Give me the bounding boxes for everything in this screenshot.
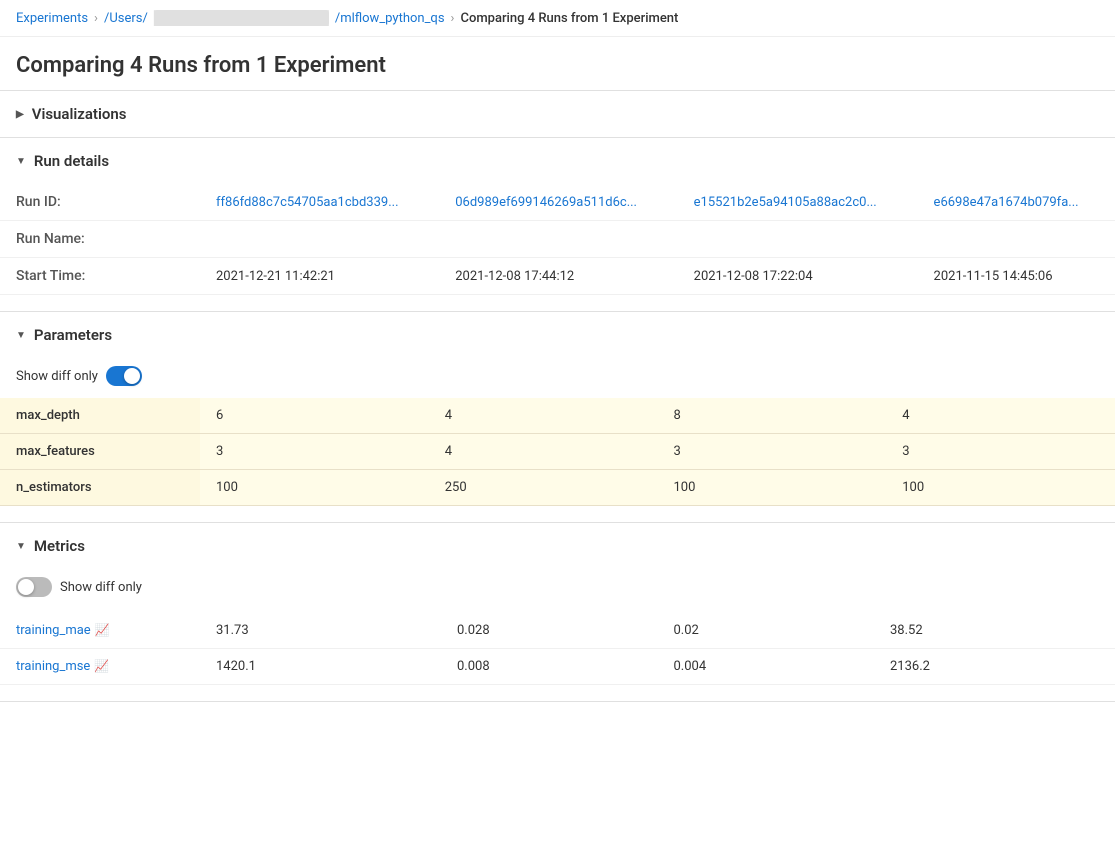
parameters-toggle-row: Show diff only	[0, 358, 1115, 398]
breadcrumb-username: ███████████████████	[154, 10, 329, 26]
metric-val-training-mse-3: 2136.2	[874, 649, 1115, 685]
param-val-n-estimators-1: 250	[429, 470, 658, 506]
metric-val-training-mae-3: 38.52	[874, 613, 1115, 649]
run-details-table: Run ID: ff86fd88c7c54705aa1cbd339... 06d…	[0, 184, 1115, 295]
section-parameters-header[interactable]: Parameters	[0, 312, 1115, 358]
metric-row-training-mae: training_mae 31.73 0.028 0.02 38.52	[0, 613, 1115, 649]
metric-label-training-mse: training_mse	[16, 659, 90, 674]
metrics-table: training_mae 31.73 0.028 0.02 38.52 trai…	[0, 613, 1115, 685]
breadcrumb-sep-2: ›	[451, 11, 455, 26]
param-name-max-features: max_features	[0, 434, 200, 470]
start-time-0: 2021-12-21 11:42:21	[200, 258, 439, 295]
start-time-2: 2021-12-08 17:22:04	[678, 258, 918, 295]
param-val-max-depth-0: 6	[200, 398, 429, 434]
param-row-max-features: max_features 3 4 3 3	[0, 434, 1115, 470]
run-id-0[interactable]: ff86fd88c7c54705aa1cbd339...	[200, 184, 439, 221]
run-name-1	[439, 221, 677, 258]
section-visualizations: Visualizations	[0, 91, 1115, 138]
chart-icon-training-mse	[94, 659, 109, 674]
breadcrumb-experiment[interactable]: /mlflow_python_qs	[335, 11, 445, 26]
start-time-1: 2021-12-08 17:44:12	[439, 258, 677, 295]
parameters-table: max_depth 6 4 8 4 max_features 3 4 3 3 n…	[0, 398, 1115, 506]
section-parameters-label: Parameters	[34, 326, 112, 344]
section-visualizations-header[interactable]: Visualizations	[0, 91, 1115, 137]
chart-icon-training-mae	[95, 623, 110, 638]
param-val-max-depth-3: 4	[886, 398, 1115, 434]
chevron-parameters	[16, 330, 26, 341]
breadcrumb-current: Comparing 4 Runs from 1 Experiment	[460, 11, 678, 26]
metrics-toggle-switch[interactable]	[16, 577, 52, 597]
run-id-2[interactable]: e15521b2e5a94105a88ac2c0...	[678, 184, 918, 221]
metric-val-training-mae-1: 0.028	[441, 613, 658, 649]
param-val-max-features-0: 3	[200, 434, 429, 470]
run-details-content: Run ID: ff86fd88c7c54705aa1cbd339... 06d…	[0, 184, 1115, 311]
param-val-max-features-1: 4	[429, 434, 658, 470]
breadcrumb-users[interactable]: /Users/	[104, 11, 148, 26]
section-metrics: Metrics Show diff only training_mae	[0, 523, 1115, 702]
param-row-max-depth: max_depth 6 4 8 4	[0, 398, 1115, 434]
param-name-max-depth: max_depth	[0, 398, 200, 434]
run-id-label: Run ID:	[0, 184, 200, 221]
param-val-max-features-3: 3	[886, 434, 1115, 470]
metric-val-training-mse-1: 0.008	[441, 649, 658, 685]
breadcrumb: Experiments › /Users/ ██████████████████…	[0, 0, 1115, 37]
run-name-label: Run Name:	[0, 221, 200, 258]
parameters-toggle-thumb	[124, 368, 140, 384]
param-val-n-estimators-2: 100	[658, 470, 887, 506]
param-val-max-features-2: 3	[658, 434, 887, 470]
run-id-3[interactable]: e6698e47a1674b079fa...	[918, 184, 1115, 221]
chevron-metrics	[16, 541, 26, 552]
metric-name-training-mae: training_mae	[0, 613, 200, 649]
start-time-label: Start Time:	[0, 258, 200, 295]
param-row-n-estimators: n_estimators 100 250 100 100	[0, 470, 1115, 506]
param-val-max-depth-2: 8	[658, 398, 887, 434]
parameters-toggle-switch[interactable]	[106, 366, 142, 386]
parameters-content: Show diff only max_depth 6 4 8 4 max_fea…	[0, 358, 1115, 522]
run-name-0	[200, 221, 439, 258]
metric-val-training-mae-2: 0.02	[657, 613, 874, 649]
metric-val-training-mse-2: 0.004	[657, 649, 874, 685]
param-val-max-depth-1: 4	[429, 398, 658, 434]
metric-row-training-mse: training_mse 1420.1 0.008 0.004 2136.2	[0, 649, 1115, 685]
metrics-toggle-label: Show diff only	[60, 580, 142, 595]
metric-link-training-mse[interactable]: training_mse	[16, 659, 184, 674]
section-parameters: Parameters Show diff only max_depth 6 4 …	[0, 312, 1115, 523]
chevron-visualizations	[16, 109, 24, 120]
start-time-3: 2021-11-15 14:45:06	[918, 258, 1115, 295]
chevron-run-details	[16, 156, 26, 167]
section-metrics-header[interactable]: Metrics	[0, 523, 1115, 569]
page-title: Comparing 4 Runs from 1 Experiment	[0, 37, 1115, 91]
param-val-n-estimators-0: 100	[200, 470, 429, 506]
metric-name-training-mse: training_mse	[0, 649, 200, 685]
param-name-n-estimators: n_estimators	[0, 470, 200, 506]
section-metrics-label: Metrics	[34, 537, 85, 555]
run-name-row: Run Name:	[0, 221, 1115, 258]
run-name-3	[918, 221, 1115, 258]
metric-val-training-mae-0: 31.73	[200, 613, 441, 649]
metric-label-training-mae: training_mae	[16, 623, 91, 638]
metrics-content: Show diff only training_mae 31.73 0.028 …	[0, 569, 1115, 701]
section-visualizations-label: Visualizations	[32, 105, 127, 123]
start-time-row: Start Time: 2021-12-21 11:42:21 2021-12-…	[0, 258, 1115, 295]
breadcrumb-experiments[interactable]: Experiments	[16, 11, 88, 26]
metric-link-training-mae[interactable]: training_mae	[16, 623, 184, 638]
breadcrumb-sep-1: ›	[94, 11, 98, 26]
section-run-details: Run details Run ID: ff86fd88c7c54705aa1c…	[0, 138, 1115, 312]
metrics-toggle-thumb	[18, 579, 34, 595]
run-id-1[interactable]: 06d989ef699146269a511d6c...	[439, 184, 677, 221]
param-val-n-estimators-3: 100	[886, 470, 1115, 506]
section-run-details-label: Run details	[34, 152, 109, 170]
section-run-details-header[interactable]: Run details	[0, 138, 1115, 184]
run-name-2	[678, 221, 918, 258]
parameters-toggle-label: Show diff only	[16, 369, 98, 384]
metrics-toggle-row: Show diff only	[0, 569, 1115, 609]
metric-val-training-mse-0: 1420.1	[200, 649, 441, 685]
run-id-row: Run ID: ff86fd88c7c54705aa1cbd339... 06d…	[0, 184, 1115, 221]
